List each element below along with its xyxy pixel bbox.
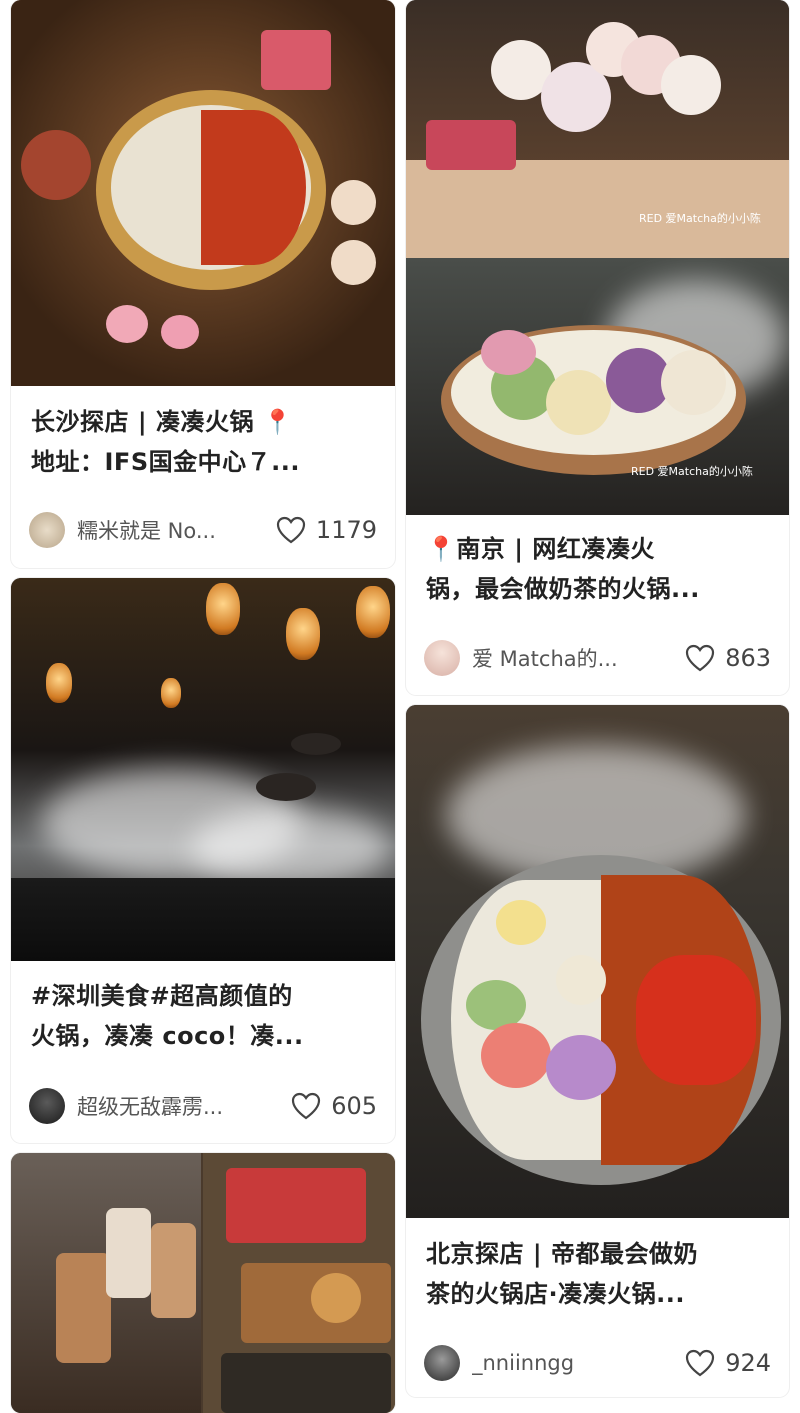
note-meta: 爱 Matcha的... 863 [424, 638, 771, 678]
note-title-line-1: 北京探店 | 帝都最会做奶 [426, 1240, 698, 1268]
heart-icon [276, 516, 306, 544]
like-button[interactable]: 924 [685, 1349, 771, 1377]
heart-icon [686, 644, 715, 672]
note-title-line-1: #深圳美食#超高颜值的 [31, 982, 293, 1010]
like-button[interactable]: 1179 [276, 516, 377, 544]
heart-icon [686, 1349, 715, 1377]
cover-watermark: RED 爱Matcha的小小陈 [639, 212, 761, 225]
note-title-line-2: 地址：IFS国金中心７... [31, 448, 300, 476]
author-name[interactable]: 超级无敌霹雳... [77, 1091, 283, 1121]
note-card-nanjing[interactable]: RED 爱Matcha的小小陈 RED 爱Matcha的小小陈 📍南京 | 网红… [406, 0, 789, 695]
note-cover-image[interactable] [11, 0, 395, 386]
note-meta: 超级无敌霹雳... 605 [29, 1086, 377, 1126]
note-cover-image[interactable] [406, 705, 789, 1218]
like-count: 924 [725, 1349, 771, 1377]
note-title[interactable]: #深圳美食#超高颜值的 火锅，凑凑 coco！凑... [31, 976, 379, 1056]
note-title-line-2: 茶的火锅店·凑凑火锅... [426, 1280, 685, 1308]
note-title[interactable]: 北京探店 | 帝都最会做奶 茶的火锅店·凑凑火锅... [426, 1234, 773, 1314]
note-card-changsha[interactable]: 长沙探店 | 凑凑火锅 📍 地址：IFS国金中心７... 糯米就是 No... … [11, 0, 395, 568]
author-name[interactable]: 糯米就是 No... [77, 515, 268, 545]
like-count: 1179 [315, 516, 377, 544]
cover-watermark: RED 爱Matcha的小小陈 [631, 465, 753, 478]
like-button[interactable]: 863 [685, 644, 771, 672]
note-title[interactable]: 长沙探店 | 凑凑火锅 📍 地址：IFS国金中心７... [31, 402, 379, 482]
note-title-line-1: 长沙探店 | 凑凑火锅 📍 [31, 408, 294, 436]
note-meta: 糯米就是 No... 1179 [29, 510, 377, 550]
note-cover-image[interactable] [11, 578, 395, 961]
note-card-shenzhen[interactable]: #深圳美食#超高颜值的 火锅，凑凑 coco！凑... 超级无敌霹雳... 60… [11, 578, 395, 1143]
note-cover-image[interactable]: RED 爱Matcha的小小陈 RED 爱Matcha的小小陈 [406, 0, 789, 515]
avatar[interactable] [29, 1088, 65, 1124]
note-title-line-2: 火锅，凑凑 coco！凑... [31, 1022, 304, 1050]
avatar[interactable] [424, 640, 460, 676]
note-cover-image[interactable] [11, 1153, 395, 1413]
like-count: 863 [725, 644, 771, 672]
like-count: 605 [331, 1092, 377, 1120]
note-title-line-2: 锅，最会做奶茶的火锅... [426, 575, 700, 603]
avatar[interactable] [424, 1345, 460, 1381]
note-title[interactable]: 📍南京 | 网红凑凑火 锅，最会做奶茶的火锅... [426, 529, 773, 609]
note-card-beijing[interactable]: 北京探店 | 帝都最会做奶 茶的火锅店·凑凑火锅... _nniinngg 92… [406, 705, 789, 1397]
note-meta: _nniinngg 924 [424, 1343, 771, 1383]
author-name[interactable]: 爱 Matcha的... [472, 643, 677, 673]
author-name[interactable]: _nniinngg [472, 1351, 677, 1375]
like-button[interactable]: 605 [291, 1092, 377, 1120]
note-title-line-1: 📍南京 | 网红凑凑火 [426, 535, 655, 563]
note-card-partial[interactable] [11, 1153, 395, 1413]
heart-icon [292, 1092, 321, 1120]
avatar[interactable] [29, 512, 65, 548]
